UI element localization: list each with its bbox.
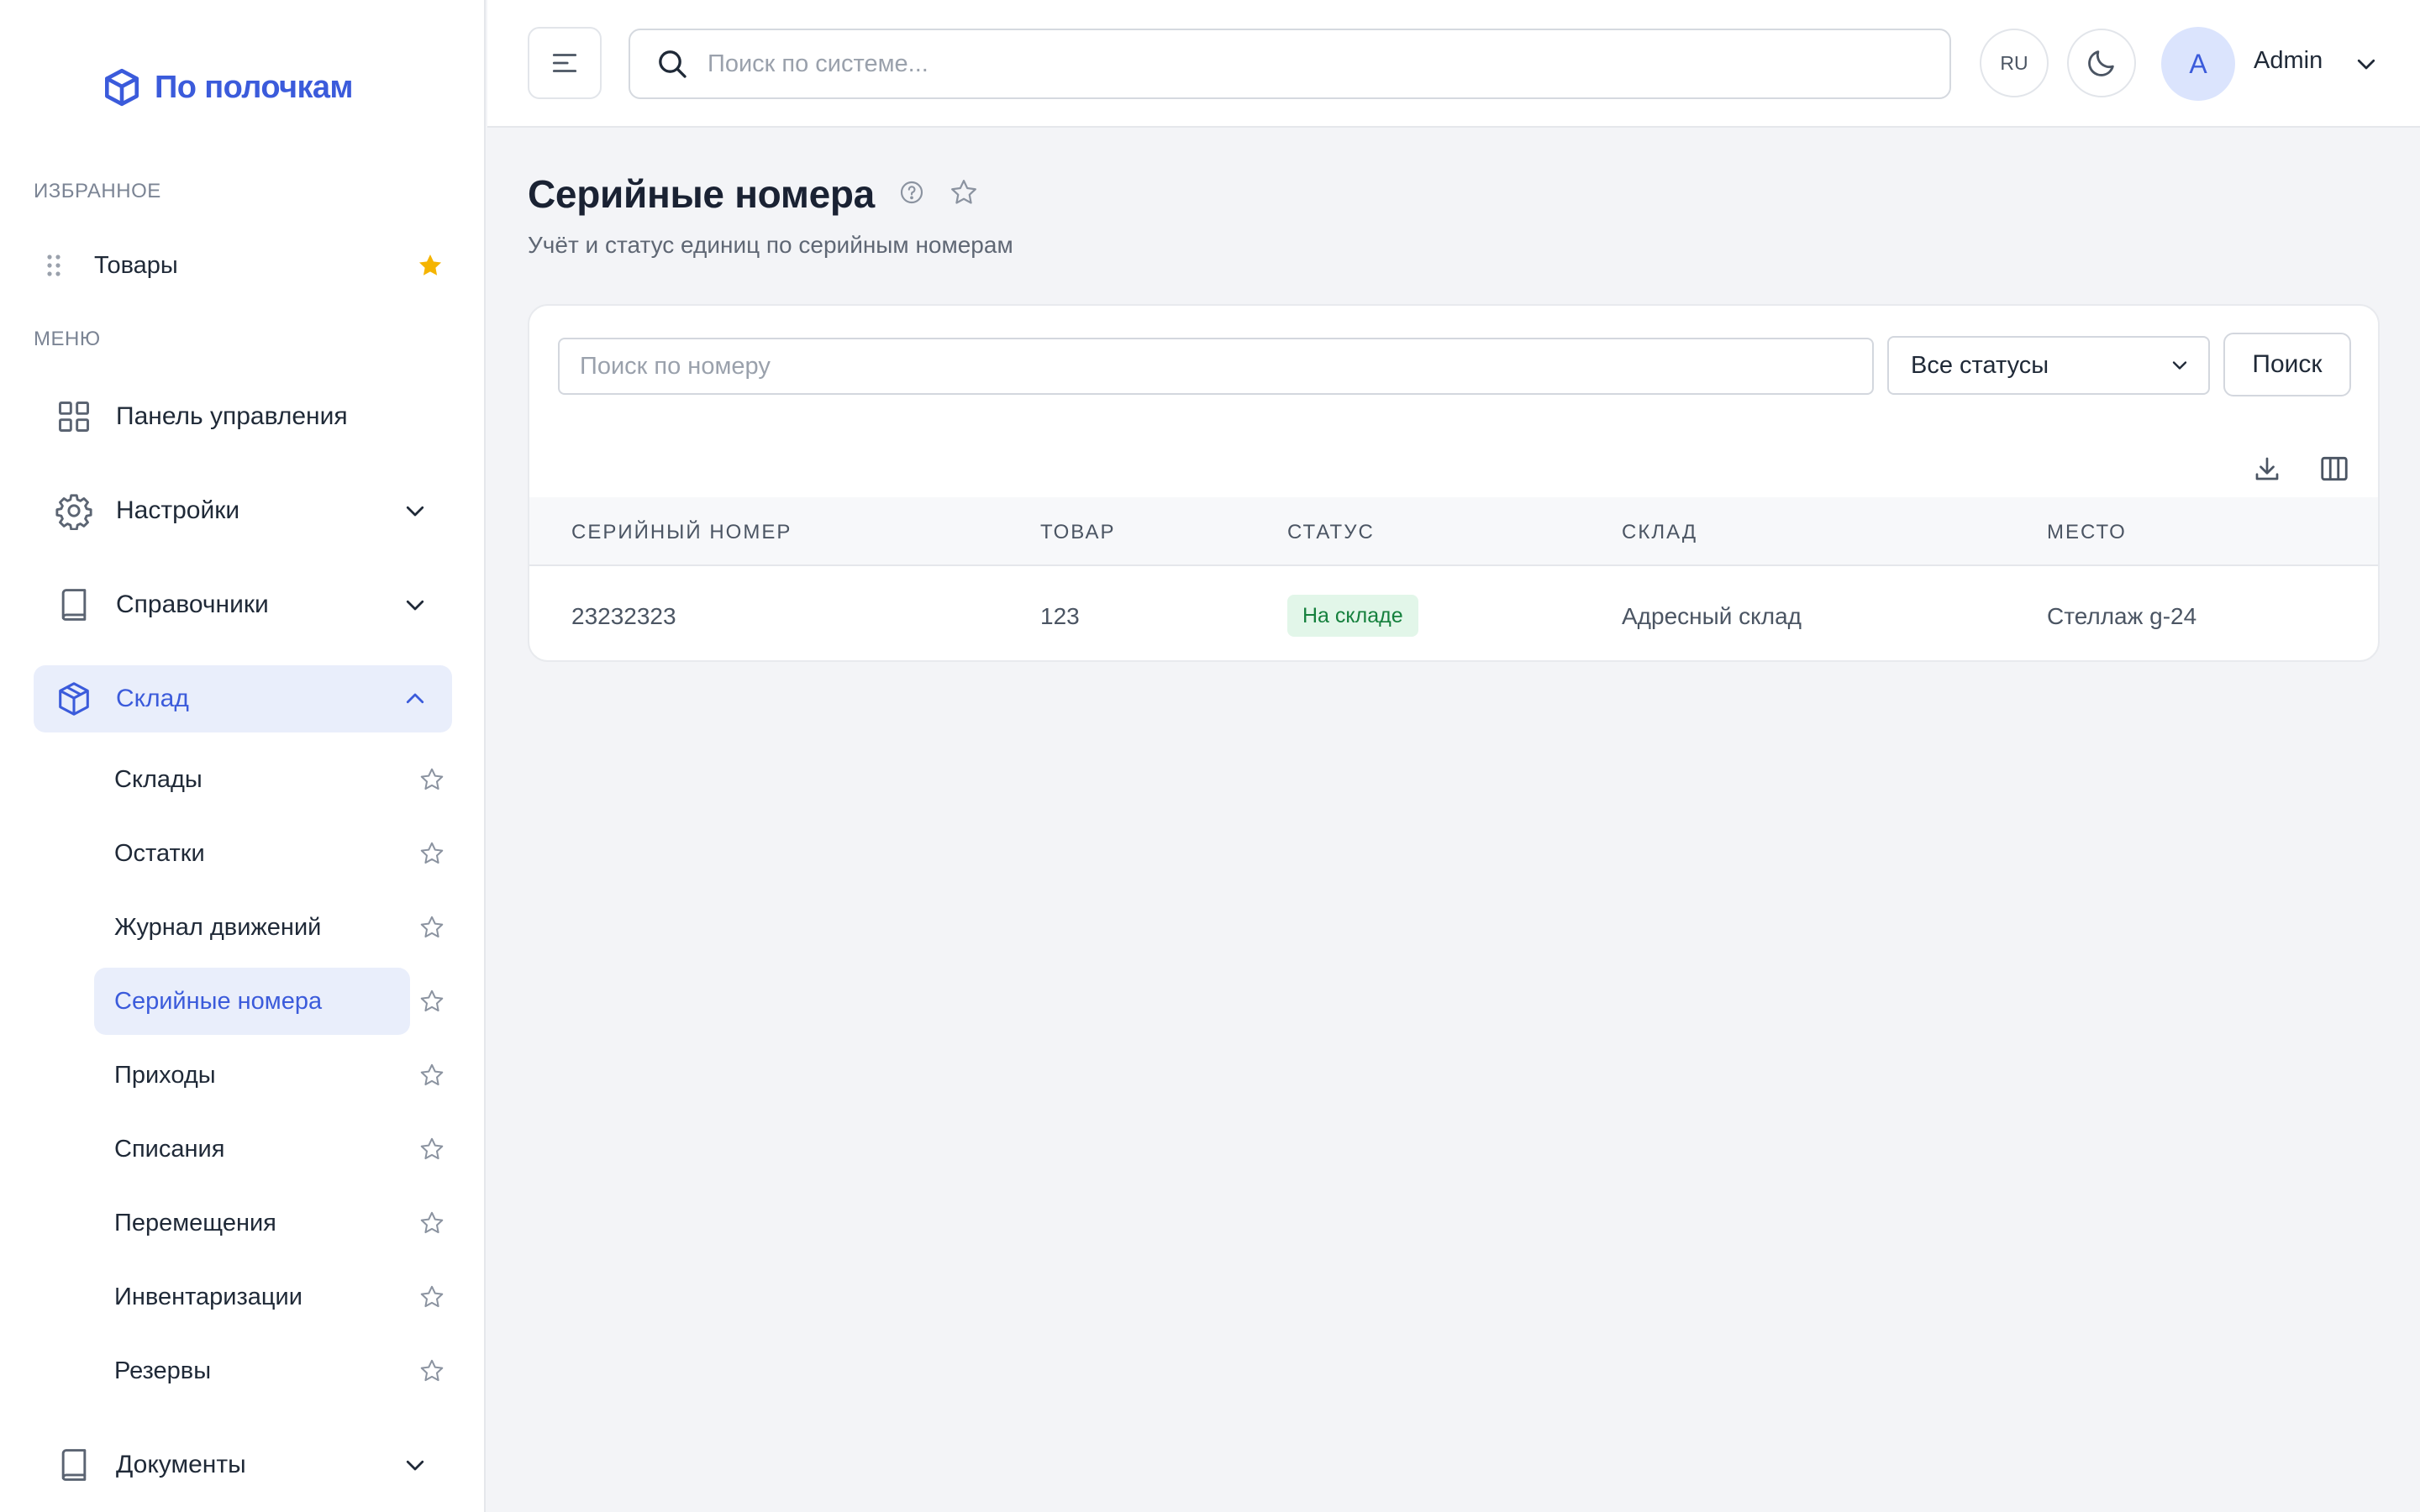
serial-numbers-card: Все статусы Поиск СЕРИЙНЫЙ НОМЕР ТОВАР С… bbox=[528, 304, 2380, 662]
chevron-up-icon[interactable] bbox=[398, 682, 432, 716]
box-icon bbox=[54, 679, 94, 719]
chevron-down-icon[interactable] bbox=[2349, 47, 2383, 81]
page-title-row: Серийные номера bbox=[528, 171, 979, 217]
topbar: RU A Admin bbox=[487, 0, 2420, 128]
chevron-down-icon[interactable] bbox=[398, 1448, 432, 1482]
language-code: RU bbox=[2000, 51, 2028, 74]
status-badge: На складе bbox=[1287, 595, 1418, 637]
theme-toggle-button[interactable] bbox=[2067, 29, 2136, 97]
chevron-down-icon[interactable] bbox=[398, 588, 432, 622]
favorite-item-label: Товары bbox=[94, 251, 178, 279]
gear-icon bbox=[54, 491, 94, 531]
search-icon bbox=[659, 50, 687, 78]
sidebar-subitem-receipts[interactable]: Приходы bbox=[94, 1042, 410, 1109]
sidebar-item-dashboard[interactable]: Панель управления bbox=[34, 383, 452, 450]
download-icon[interactable] bbox=[2249, 450, 2286, 487]
column-header-serial[interactable]: СЕРИЙНЫЙ НОМЕР bbox=[571, 521, 792, 544]
star-outline-icon[interactable] bbox=[415, 911, 449, 944]
chevron-down-icon bbox=[2172, 361, 2187, 370]
star-outline-icon[interactable] bbox=[415, 1058, 449, 1092]
star-outline-icon[interactable] bbox=[415, 984, 449, 1018]
sidebar-subitem-label: Резервы bbox=[114, 1357, 212, 1384]
grid-icon bbox=[54, 396, 94, 437]
status-filter-select[interactable]: Все статусы bbox=[1887, 336, 2210, 395]
sidebar-item-label: Настройки bbox=[116, 496, 240, 524]
sidebar-subitem-label: Серийные номера bbox=[114, 987, 323, 1015]
cube-logo-icon bbox=[105, 68, 139, 107]
columns-icon[interactable] bbox=[2316, 450, 2353, 487]
sidebar: По полочкам ИЗБРАННОЕ Товары МЕНЮ Панель… bbox=[0, 0, 486, 1512]
star-outline-icon[interactable] bbox=[415, 1132, 449, 1166]
book-icon bbox=[54, 585, 94, 625]
global-search-input[interactable] bbox=[708, 50, 1949, 78]
star-outline-icon[interactable] bbox=[949, 177, 979, 212]
search-button[interactable]: Поиск bbox=[2223, 333, 2351, 396]
status-filter-value: Все статусы bbox=[1911, 351, 2049, 379]
star-outline-icon[interactable] bbox=[415, 1354, 449, 1388]
avatar-initial: A bbox=[2189, 48, 2207, 79]
book-icon bbox=[54, 1445, 94, 1485]
sidebar-subitem-inventories[interactable]: Инвентаризации bbox=[94, 1263, 410, 1331]
language-button[interactable]: RU bbox=[1980, 29, 2049, 97]
star-outline-icon[interactable] bbox=[415, 837, 449, 870]
sidebar-subitem-serial-numbers[interactable]: Серийные номера bbox=[94, 968, 410, 1035]
column-header-status[interactable]: СТАТУС bbox=[1287, 521, 1375, 544]
column-header-warehouse[interactable]: СКЛАД bbox=[1622, 521, 1697, 544]
favorites-section-label: ИЗБРАННОЕ bbox=[34, 180, 161, 202]
menu-section-label: МЕНЮ bbox=[34, 328, 101, 350]
table-header: СЕРИЙНЫЙ НОМЕР ТОВАР СТАТУС СКЛАД МЕСТО bbox=[529, 497, 2378, 566]
sidebar-item-label: Справочники bbox=[116, 591, 269, 618]
sidebar-subitem-warehouses[interactable]: Склады bbox=[94, 746, 410, 813]
cell-warehouse: Адресный склад bbox=[1622, 603, 1802, 629]
star-outline-icon[interactable] bbox=[415, 1206, 449, 1240]
menu-toggle-button[interactable] bbox=[528, 27, 602, 99]
sidebar-item-settings[interactable]: Настройки bbox=[34, 477, 452, 544]
sidebar-subitem-label: Склады bbox=[114, 765, 203, 793]
column-header-product[interactable]: ТОВАР bbox=[1040, 521, 1115, 544]
moon-icon bbox=[2088, 50, 2114, 76]
avatar[interactable]: A bbox=[2161, 27, 2235, 101]
column-header-location[interactable]: МЕСТО bbox=[2047, 521, 2127, 544]
star-filled-icon[interactable] bbox=[410, 251, 450, 280]
chevron-down-icon[interactable] bbox=[398, 494, 432, 528]
user-name[interactable]: Admin bbox=[2254, 47, 2323, 75]
drag-handle-icon[interactable] bbox=[34, 253, 74, 278]
app-logo[interactable]: По полочкам bbox=[101, 66, 354, 109]
sidebar-subitem-transfers[interactable]: Перемещения bbox=[94, 1189, 410, 1257]
sidebar-subitem-label: Инвентаризации bbox=[114, 1283, 302, 1310]
sidebar-subitem-label: Приходы bbox=[114, 1061, 216, 1089]
sidebar-subitem-movement-log[interactable]: Журнал движений bbox=[94, 894, 410, 961]
sidebar-subitem-label: Остатки bbox=[114, 839, 205, 867]
sidebar-item-label: Склад bbox=[116, 685, 189, 712]
page-subtitle: Учёт и статус единиц по серийным номерам bbox=[528, 232, 1013, 258]
sidebar-item-documents[interactable]: Документы bbox=[34, 1431, 452, 1499]
cell-location: Стеллаж g-24 bbox=[2047, 603, 2197, 629]
help-icon[interactable] bbox=[898, 179, 925, 210]
menu-lines-icon bbox=[552, 54, 577, 72]
table-row[interactable]: 23232323 123 На складе Адресный склад Ст… bbox=[529, 566, 2378, 660]
sidebar-item-label: Панель управления bbox=[116, 402, 348, 430]
sidebar-subitem-reserves[interactable]: Резервы bbox=[94, 1337, 410, 1404]
sidebar-subitem-label: Перемещения bbox=[114, 1209, 276, 1236]
sidebar-subitem-write-offs[interactable]: Списания bbox=[94, 1116, 410, 1183]
sidebar-subitem-stock[interactable]: Остатки bbox=[94, 820, 410, 887]
global-search-box[interactable] bbox=[629, 29, 1951, 99]
page-title: Серийные номера bbox=[528, 172, 875, 216]
sidebar-subitem-label: Списания bbox=[114, 1135, 225, 1163]
app-name: По полочкам bbox=[155, 69, 354, 105]
sidebar-item-references[interactable]: Справочники bbox=[34, 571, 452, 638]
cell-product: 123 bbox=[1040, 603, 1080, 629]
sidebar-item-warehouse[interactable]: Склад bbox=[34, 665, 452, 732]
star-outline-icon[interactable] bbox=[415, 763, 449, 796]
serial-search-input[interactable] bbox=[558, 338, 1874, 395]
cell-serial: 23232323 bbox=[571, 603, 676, 629]
star-outline-icon[interactable] bbox=[415, 1280, 449, 1314]
sidebar-subitem-label: Журнал движений bbox=[114, 913, 322, 941]
sidebar-item-label: Документы bbox=[116, 1451, 246, 1478]
favorite-item-products[interactable]: Товары bbox=[34, 242, 450, 289]
